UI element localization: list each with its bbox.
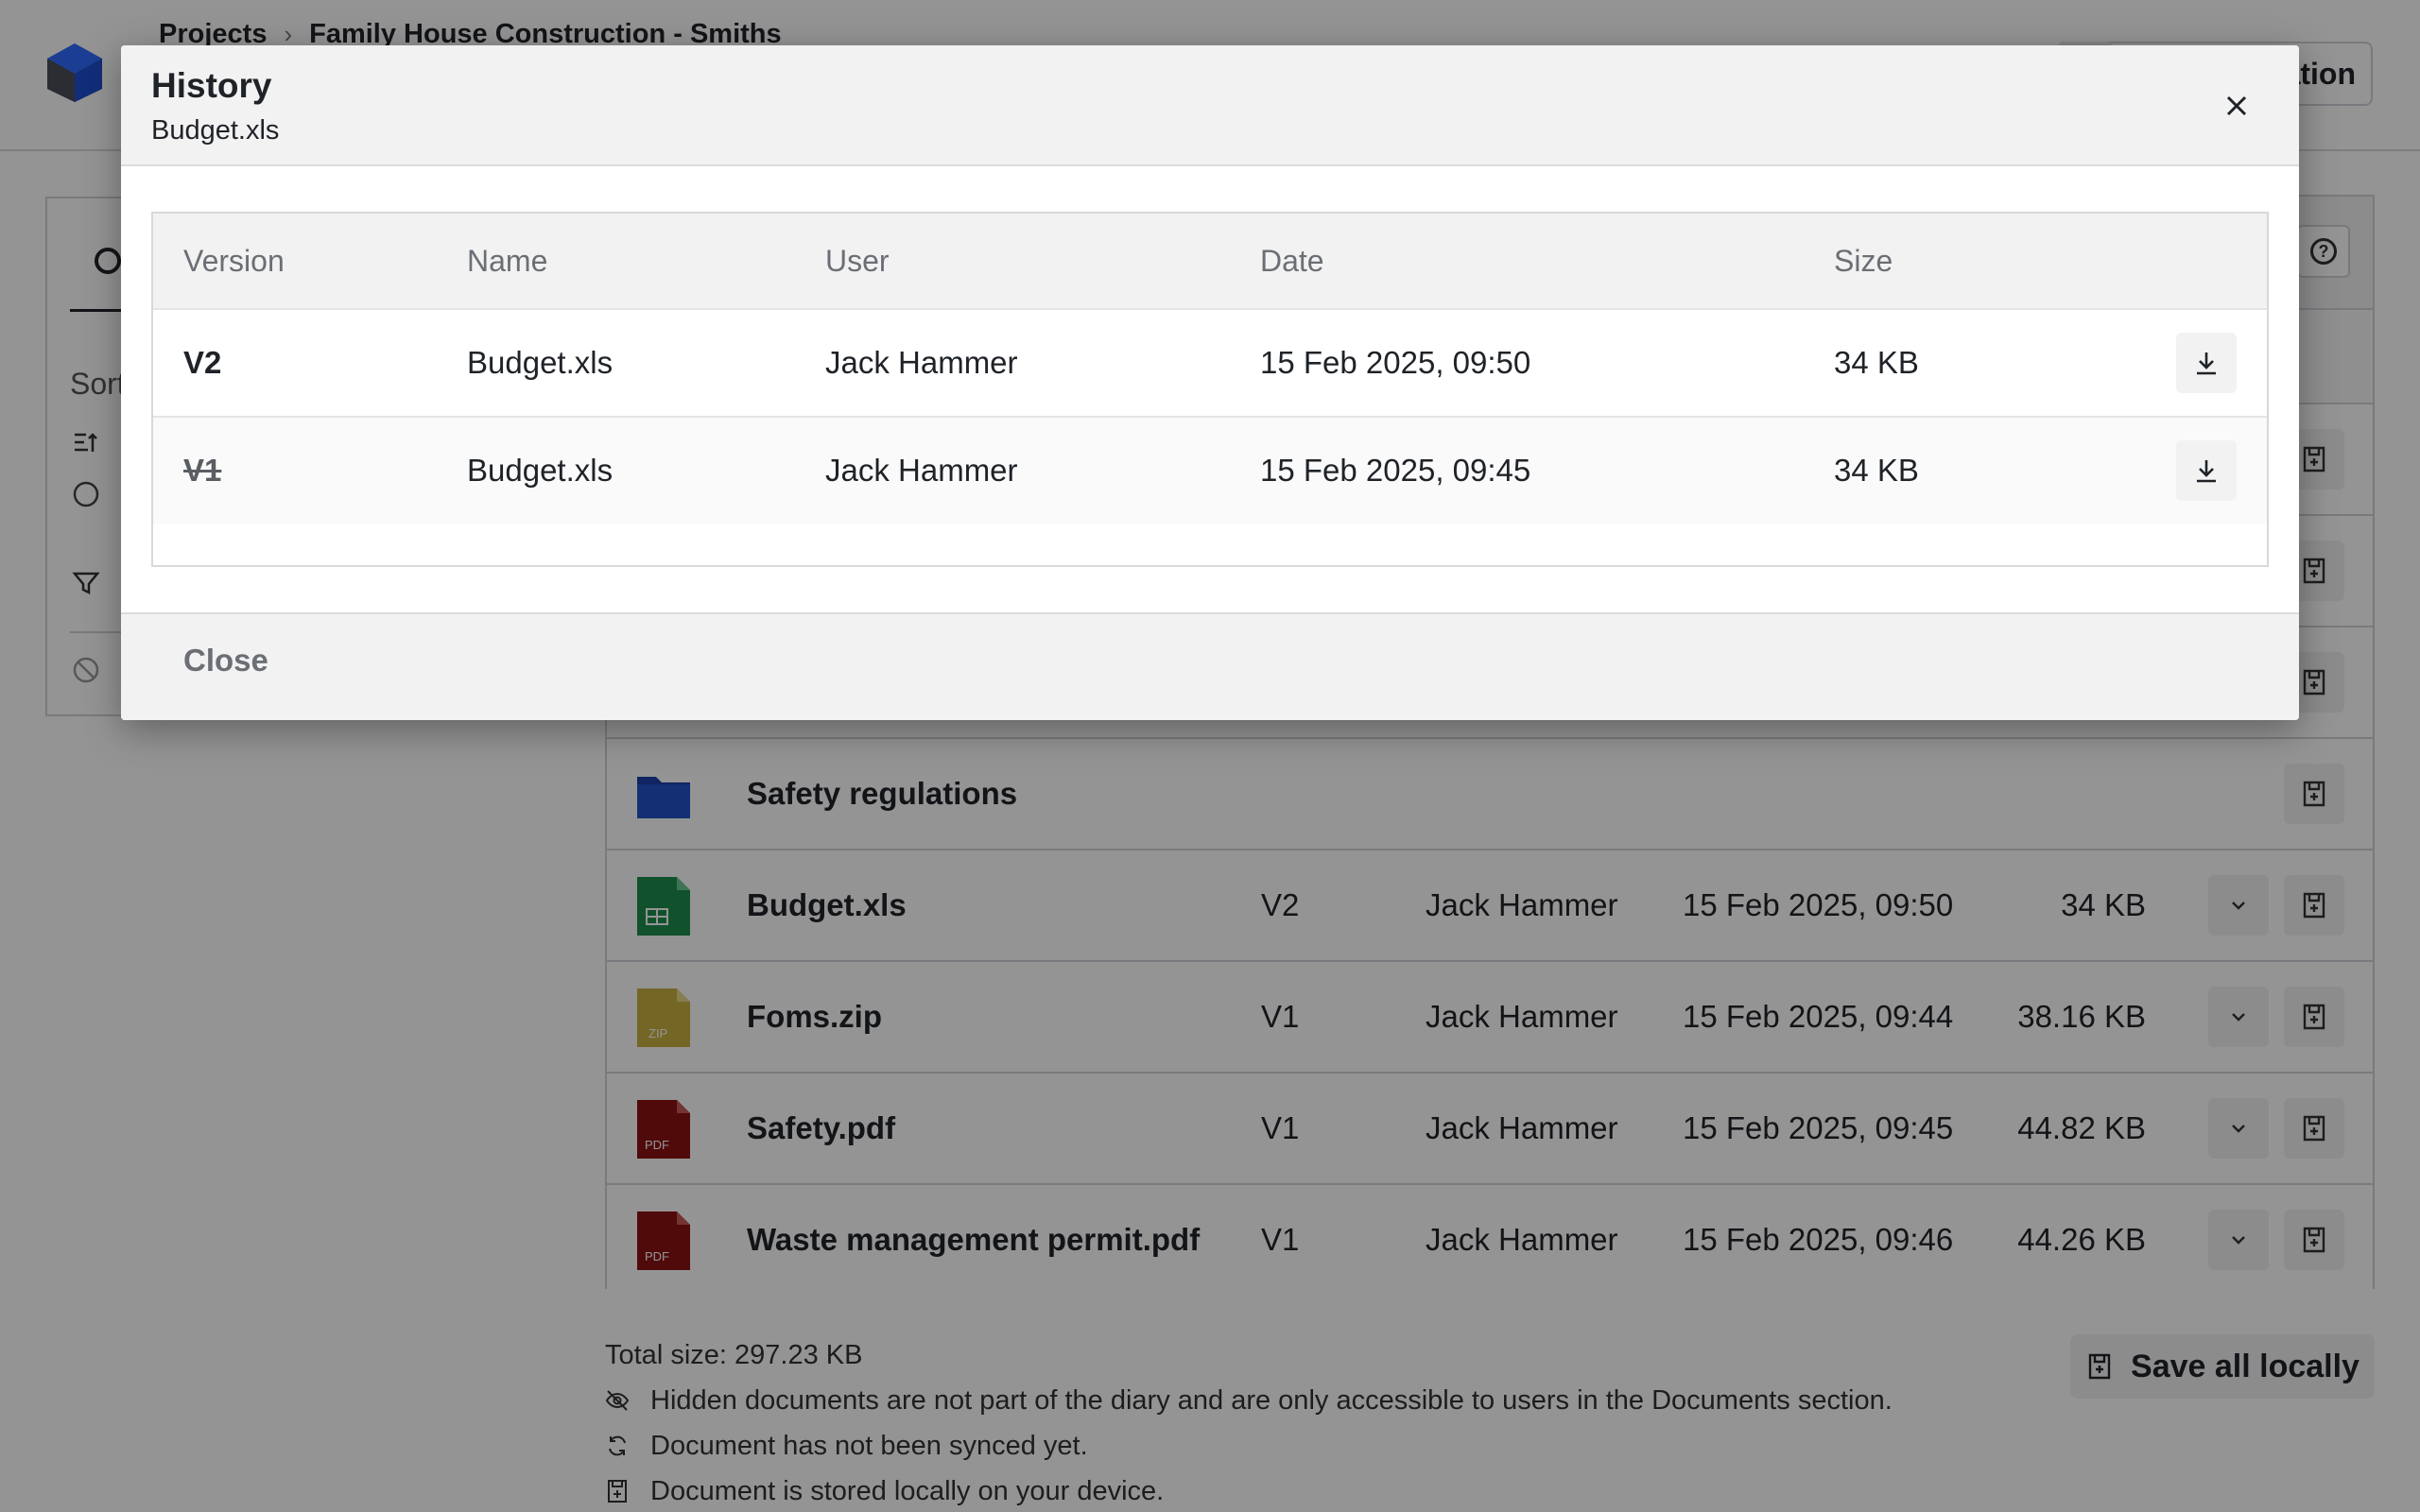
- size-cell: 34 KB: [1834, 453, 1919, 488]
- name-cell: Budget.xls: [467, 345, 614, 380]
- table-row: V2 Budget.xls Jack Hammer 15 Feb 2025, 0…: [153, 308, 2267, 416]
- close-icon: [2226, 95, 2247, 116]
- download-button[interactable]: [2176, 440, 2237, 501]
- download-icon: [2197, 460, 2216, 483]
- name-cell: Budget.xls: [467, 453, 614, 488]
- user-cell: Jack Hammer: [825, 453, 1018, 488]
- download-button[interactable]: [2176, 333, 2237, 393]
- user-cell: Jack Hammer: [825, 345, 1018, 380]
- column-header-name: Name: [467, 243, 548, 278]
- history-dialog: History Budget.xls Version Name User Dat…: [121, 45, 2299, 720]
- dialog-header: History Budget.xls: [121, 45, 2299, 166]
- close-button[interactable]: [2216, 85, 2257, 127]
- dialog-title: History: [151, 66, 272, 105]
- date-cell: 15 Feb 2025, 09:45: [1260, 453, 1531, 488]
- column-header-user: User: [825, 243, 890, 278]
- column-header-date: Date: [1260, 243, 1324, 278]
- column-header-version: Version: [183, 243, 285, 278]
- column-header-size: Size: [1834, 243, 1893, 278]
- dialog-subtitle: Budget.xls: [151, 115, 280, 146]
- version-cell: V1: [183, 453, 222, 488]
- table-row: V1 Budget.xls Jack Hammer 15 Feb 2025, 0…: [153, 416, 2267, 524]
- date-cell: 15 Feb 2025, 09:50: [1260, 345, 1531, 380]
- download-icon: [2197, 352, 2216, 375]
- dialog-footer: Close: [121, 612, 2299, 720]
- size-cell: 34 KB: [1834, 345, 1919, 380]
- history-table: Version Name User Date Size V2 Budget.xl…: [151, 212, 2269, 567]
- table-header: Version Name User Date Size: [153, 214, 2267, 308]
- version-cell: V2: [183, 345, 222, 380]
- close-text-button[interactable]: Close: [183, 614, 268, 707]
